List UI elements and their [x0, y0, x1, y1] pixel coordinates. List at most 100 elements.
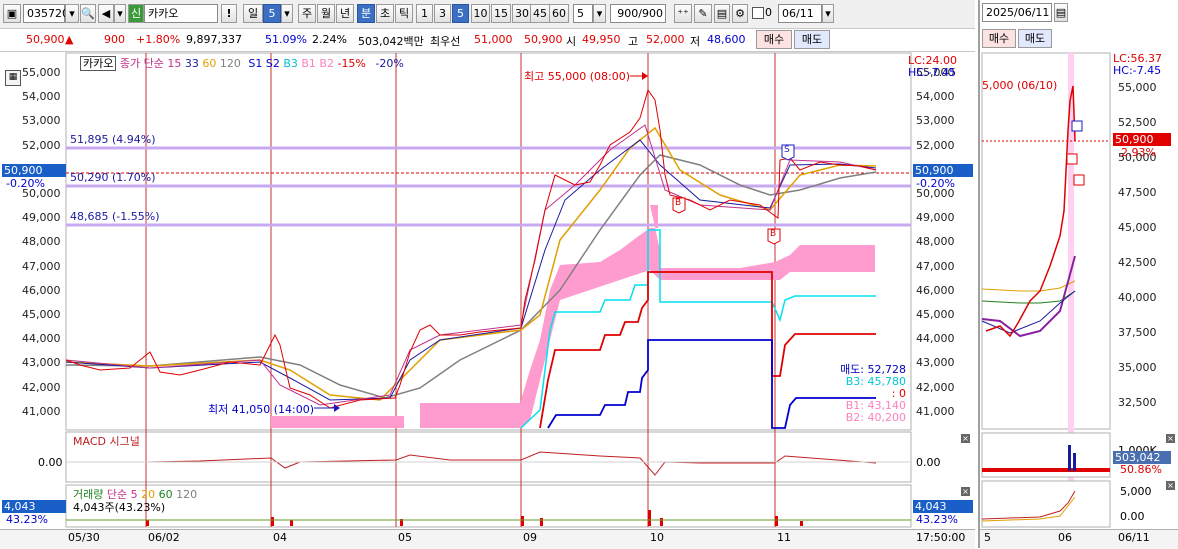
- search-icon[interactable]: 🔍: [80, 4, 96, 23]
- right-vol-close-icon[interactable]: ×: [1166, 434, 1175, 443]
- minute-15-button[interactable]: 15: [491, 4, 511, 23]
- checkbox-label: 0: [765, 6, 772, 19]
- draw-tool-icon[interactable]: ✎: [694, 4, 712, 23]
- right-calendar-icon[interactable]: ▤: [1054, 3, 1068, 22]
- period-tick-button[interactable]: 틱: [395, 4, 413, 23]
- legend-b3: B3: [283, 57, 298, 70]
- y-tick-l-10: 45,000: [22, 308, 61, 321]
- speaker-icon[interactable]: ◀: [98, 4, 114, 23]
- volume-ratio: 51.09%: [265, 33, 307, 46]
- x-axis: 05/30 06/02 04 05 09 10 11 17:50:00: [0, 529, 975, 549]
- right-y-tick-3: 47,500: [1118, 186, 1157, 199]
- current-price: 50,900: [26, 33, 65, 46]
- buy-button[interactable]: 매수: [756, 30, 792, 49]
- toggle-checkbox[interactable]: [752, 7, 764, 19]
- count-input[interactable]: 900/900: [610, 4, 666, 23]
- y-tick-r-10: 45,000: [916, 308, 955, 321]
- right-vol-pct: 50.86%: [1120, 463, 1162, 476]
- y-tick-r-1: 54,000: [916, 90, 955, 104]
- right-ind-close-icon[interactable]: ×: [1166, 481, 1175, 490]
- period-second-button[interactable]: 초: [376, 4, 394, 23]
- y-tick-r-3: 52,000: [916, 138, 955, 152]
- right-sell-button[interactable]: 매도: [1018, 29, 1052, 48]
- minute-5-button[interactable]: 5: [452, 4, 469, 23]
- hc-label: HC:-7.45: [908, 66, 957, 79]
- x-tick-5: 10: [650, 531, 664, 544]
- sell-button[interactable]: 매도: [794, 30, 830, 49]
- ask-price: 51,000: [474, 33, 513, 46]
- stock-name-field[interactable]: 카카오: [144, 4, 218, 23]
- macd-signal-name: 시그널: [109, 435, 140, 448]
- period-month-button[interactable]: 월: [317, 4, 335, 23]
- minute-10-button[interactable]: 10: [471, 4, 490, 23]
- main-chart-area[interactable]: [0, 51, 975, 548]
- right-y-tick-4: 45,000: [1118, 221, 1157, 234]
- price-badge-right-pct: -0.20%: [916, 177, 955, 190]
- bid-price: 50,900: [524, 33, 563, 46]
- y-tick-l-13: 42,000: [22, 380, 61, 394]
- turnover-rate: 2.24%: [312, 33, 347, 46]
- quote-bar: 50,900 ▲ 900 +1.80% 9,897,337 51.09% 2.2…: [0, 29, 975, 52]
- volume-close-icon[interactable]: ×: [961, 487, 970, 496]
- gear-icon[interactable]: ⚙: [732, 4, 748, 23]
- date-input[interactable]: 06/11: [778, 4, 822, 23]
- right-y-tick-1: 52,500: [1118, 116, 1157, 129]
- low-price: 48,600: [707, 33, 746, 46]
- y-tick-l-3: 52,000: [22, 138, 61, 152]
- right-price-badge: 50,900: [1113, 133, 1171, 146]
- y-tick-r-7: 48,000: [916, 235, 955, 249]
- right-panel: 2025/06/11 ▤ 매수 매도 5,000 (06/10) LC:56.3…: [978, 0, 1178, 549]
- minute-45-button[interactable]: 45: [530, 4, 550, 23]
- price-badge-left-pct: -0.20%: [6, 177, 45, 190]
- speaker-dropdown-icon[interactable]: ▾: [114, 4, 126, 23]
- indicator-add-icon[interactable]: ⁺⁺: [674, 4, 692, 23]
- y-tick-l-11: 44,000: [22, 332, 61, 346]
- right-x-tick-1: 06: [1058, 531, 1072, 544]
- low-label: 저: [690, 35, 701, 48]
- price-badge-left: 50,900: [2, 164, 66, 177]
- period-num-button[interactable]: 5: [263, 4, 281, 23]
- minute-30-button[interactable]: 30: [512, 4, 532, 23]
- min-price-label: 최저 41,050 (14:00): [208, 403, 315, 416]
- chart-menu-icon[interactable]: ▦: [5, 70, 21, 86]
- up-arrow-icon: ▲: [65, 33, 74, 46]
- macd-close-icon[interactable]: ×: [961, 434, 970, 443]
- macd-name: MACD: [73, 435, 106, 448]
- interval-input[interactable]: 5: [573, 4, 593, 23]
- right-x-tick-0: 5: [984, 531, 991, 544]
- period-dropdown-icon[interactable]: ▾: [281, 4, 293, 23]
- legend-ma120: 120: [219, 57, 241, 70]
- minute-3-button[interactable]: 3: [434, 4, 451, 23]
- alert-button[interactable]: !: [221, 4, 237, 23]
- period-minute-button[interactable]: 분: [357, 4, 375, 23]
- right-date-input[interactable]: 2025/06/11: [982, 3, 1052, 22]
- save-icon[interactable]: ▤: [714, 4, 730, 23]
- x-tick-4: 09: [523, 531, 537, 544]
- minute-60-button[interactable]: 60: [549, 4, 569, 23]
- y-tick-r-12: 43,000: [916, 356, 955, 370]
- y-tick-l-1: 54,000: [22, 90, 61, 104]
- minute-1-button[interactable]: 1: [416, 4, 433, 23]
- y-tick-l-9: 46,000: [22, 283, 61, 297]
- right-hc-label: HC:-7.45: [1113, 64, 1162, 77]
- stock-code-input[interactable]: 035720: [23, 4, 69, 23]
- legend-pct15: -15%: [337, 57, 366, 70]
- y-tick-l-8: 47,000: [22, 259, 61, 273]
- volume-badge-right: 4,043: [913, 500, 973, 513]
- price-panel: [65, 52, 912, 431]
- right-y-tick-7: 37,500: [1118, 326, 1157, 339]
- y-tick-r-9: 46,000: [916, 283, 955, 297]
- right-buy-button[interactable]: 매수: [982, 29, 1016, 48]
- y-tick-l-2: 53,000: [22, 114, 61, 128]
- interval-dropdown-icon[interactable]: ▾: [593, 4, 606, 23]
- right-price-pct: 2.93%: [1121, 146, 1156, 159]
- volume-badge-left: 4,043: [2, 500, 66, 513]
- legend-s1: S1: [248, 57, 263, 70]
- period-day-button[interactable]: 일: [243, 4, 263, 23]
- code-dropdown-icon[interactable]: ▾: [65, 4, 79, 23]
- new-badge: 신: [128, 4, 144, 23]
- date-dropdown-icon[interactable]: ▾: [822, 4, 834, 23]
- period-week-button[interactable]: 주: [298, 4, 316, 23]
- period-year-button[interactable]: 년: [336, 4, 354, 23]
- layout-icon[interactable]: ▣: [3, 4, 21, 23]
